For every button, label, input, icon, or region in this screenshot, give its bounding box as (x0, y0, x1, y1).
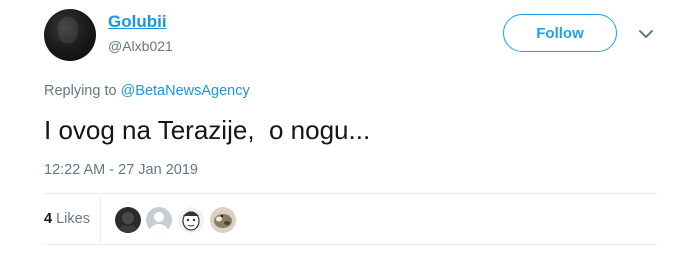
reply-context: Replying to @BetaNewsAgency (44, 83, 250, 99)
liker-avatar-4[interactable] (210, 207, 236, 233)
divider-bottom (44, 244, 657, 245)
default-profile-icon (146, 207, 172, 233)
likes-number: 4 (44, 211, 53, 227)
user-avatar[interactable] (44, 9, 96, 61)
liker-avatar-dark-icon (115, 207, 141, 233)
liker-avatar-1[interactable] (115, 207, 141, 233)
tweet-timestamp[interactable]: 12:22 AM - 27 Jan 2019 (44, 162, 198, 178)
cartoon-face-icon (178, 207, 204, 233)
animal-photo-icon (210, 207, 236, 233)
user-handle[interactable]: @Alxb021 (108, 38, 173, 54)
reply-mention-link[interactable]: @BetaNewsAgency (121, 83, 250, 99)
follow-button[interactable]: Follow (503, 14, 617, 52)
chevron-down-icon[interactable] (636, 27, 656, 41)
likes-label: Likes (56, 211, 90, 227)
divider-top (44, 193, 657, 194)
liker-avatar-2[interactable] (146, 207, 172, 233)
likes-count[interactable]: 4 Likes (44, 211, 90, 227)
tweet-text: I ovog na Terazije, o nogu... (44, 115, 371, 145)
likes-separator (100, 197, 101, 245)
reply-prefix: Replying to (44, 83, 117, 99)
liker-avatar-3[interactable] (178, 207, 204, 233)
user-display-name[interactable]: Golubii (108, 12, 167, 32)
